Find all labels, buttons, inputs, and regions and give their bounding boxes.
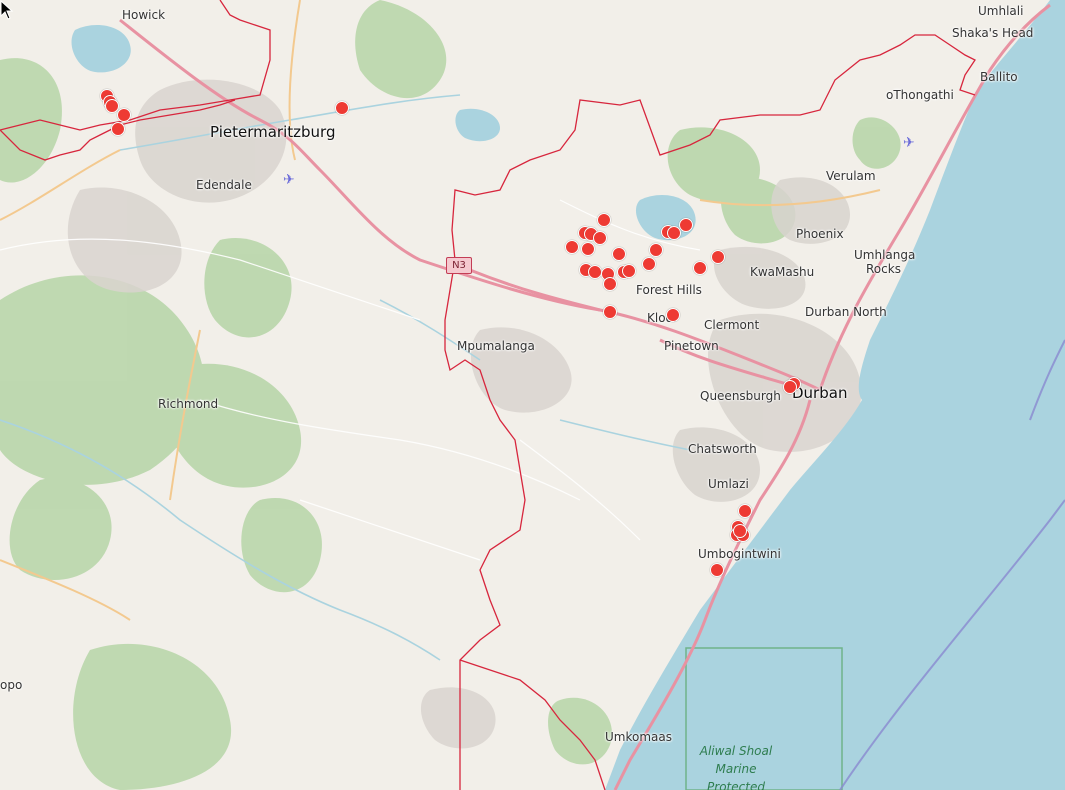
location-marker-icon[interactable] [335, 101, 349, 115]
location-marker-icon[interactable] [603, 277, 617, 291]
location-marker-icon[interactable] [565, 240, 579, 254]
location-marker-icon[interactable] [693, 261, 707, 275]
marine-label-line-3: Protected [707, 780, 765, 790]
location-marker-icon[interactable] [711, 250, 725, 264]
place-label-othongathi: oThongathi [886, 88, 954, 102]
marine-label-line-2: Marine [715, 762, 757, 776]
location-marker-icon[interactable] [593, 231, 607, 245]
map-view[interactable]: N3 ✈ ✈ Howick Umhlali Shaka's Head Balli… [0, 0, 1065, 790]
location-marker-icon[interactable] [117, 108, 131, 122]
marine-label-line-1: Aliwal Shoal [699, 744, 773, 758]
place-label-kwamashu: KwaMashu [750, 265, 815, 279]
location-marker-icon[interactable] [783, 380, 797, 394]
place-label-forest-hills: Forest Hills [636, 283, 702, 297]
place-label-shakas-head: Shaka's Head [952, 26, 1034, 40]
location-marker-icon[interactable] [679, 218, 693, 232]
mouse-cursor-icon [0, 0, 14, 20]
place-label-umhlanga: Umhlanga [854, 248, 916, 262]
airport-icon[interactable]: ✈ [283, 172, 295, 188]
place-label-mpumalanga: Mpumalanga [457, 339, 535, 353]
place-label-phoenix: Phoenix [796, 227, 844, 241]
place-label-edendale: Edendale [196, 178, 252, 192]
place-label-umlazi: Umlazi [708, 477, 749, 491]
location-marker-icon[interactable] [581, 242, 595, 256]
location-marker-icon[interactable] [588, 265, 602, 279]
place-label-pinetown: Pinetown [664, 339, 719, 353]
n3-road-shield: N3 [446, 257, 472, 274]
location-marker-icon[interactable] [111, 122, 125, 136]
location-marker-icon[interactable] [612, 247, 626, 261]
place-label-howick: Howick [122, 8, 166, 22]
place-label-pietermaritzburg: Pietermaritzburg [210, 123, 336, 141]
place-label-chatsworth: Chatsworth [688, 442, 757, 456]
place-label-umkomaas: Umkomaas [605, 730, 672, 744]
place-label-opo: opo [0, 678, 23, 692]
airport-icon[interactable]: ✈ [903, 135, 915, 151]
place-label-richmond: Richmond [158, 397, 219, 411]
map-base-layer [0, 0, 1065, 790]
place-label-clermont: Clermont [704, 318, 760, 332]
location-marker-icon[interactable] [597, 213, 611, 227]
location-marker-icon[interactable] [649, 243, 663, 257]
location-marker-icon[interactable] [733, 524, 747, 538]
location-marker-icon[interactable] [738, 504, 752, 518]
location-marker-icon[interactable] [667, 226, 681, 240]
location-marker-icon[interactable] [622, 264, 636, 278]
place-label-durban-north: Durban North [805, 305, 887, 319]
place-label-queensburgh: Queensburgh [700, 389, 781, 403]
location-marker-icon[interactable] [666, 308, 680, 322]
place-label-ballito: Ballito [980, 70, 1018, 84]
marine-protected-area-label: Aliwal Shoal Marine Protected [690, 742, 782, 790]
place-label-umhlali: Umhlali [978, 4, 1024, 18]
place-label-verulam: Verulam [826, 169, 876, 183]
location-marker-icon[interactable] [603, 305, 617, 319]
place-label-umbogintwini: Umbogintwini [698, 547, 781, 561]
location-marker-icon[interactable] [710, 563, 724, 577]
location-marker-icon[interactable] [642, 257, 656, 271]
place-label-umhlanga-rocks: Rocks [866, 262, 901, 276]
